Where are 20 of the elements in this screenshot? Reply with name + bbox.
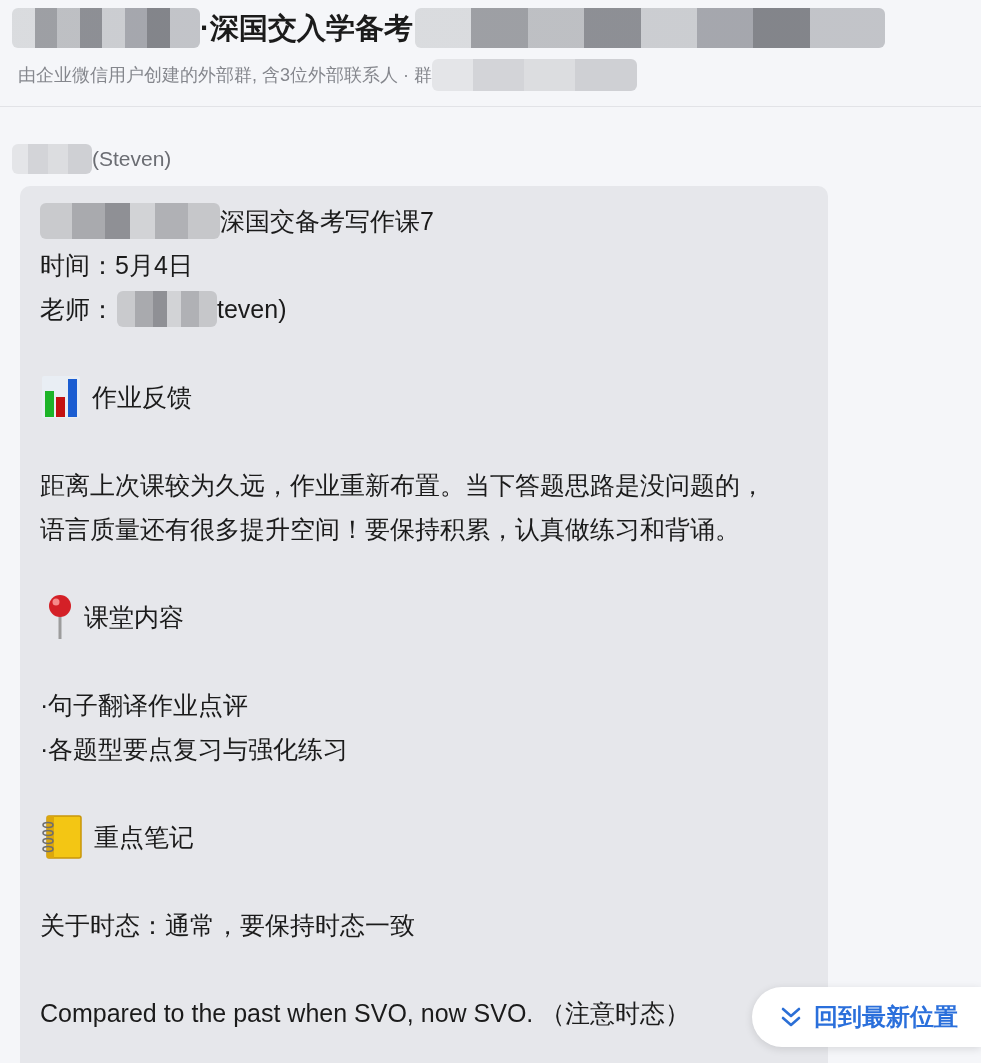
notebook-icon (42, 815, 82, 859)
message-text: 时间：5月4日 (40, 250, 193, 281)
message-text: teven) (217, 294, 287, 325)
bar-chart-icon (42, 376, 80, 418)
jump-to-latest-button[interactable]: 回到最新位置 (752, 987, 981, 1047)
message-text: 深国交备考写作课7 (220, 206, 434, 237)
message-text: ·各题型要点复习与强化练习 (40, 734, 349, 765)
chat-title: ·深国交入学备考 (200, 11, 414, 46)
group-description: 由企业微信用户创建的外部群, 含3位外部联系人 · 群 (18, 64, 432, 87)
message-text: 距离上次课较为久远，作业重新布置。当下答题思路是没问题的，语言质量还有很多提升空间！要保持积累，认真做练习和背诵。 (40, 470, 766, 545)
message-text: 老师： (40, 294, 115, 325)
message-text: Compared to the past when SVO, now SVO. （注意时态） (40, 998, 692, 1029)
message-text: 关于时态：通常，要保持时态一致 (40, 910, 416, 941)
pushpin-icon (46, 595, 74, 639)
section-heading: 作业反馈 (92, 382, 192, 413)
message-text: ·句子翻译作业点评 (40, 690, 249, 721)
section-heading: 课堂内容 (84, 602, 184, 633)
double-chevron-down-icon (780, 1007, 802, 1027)
sender-name: (Steven) (92, 147, 172, 171)
section-heading: 重点笔记 (94, 822, 194, 853)
